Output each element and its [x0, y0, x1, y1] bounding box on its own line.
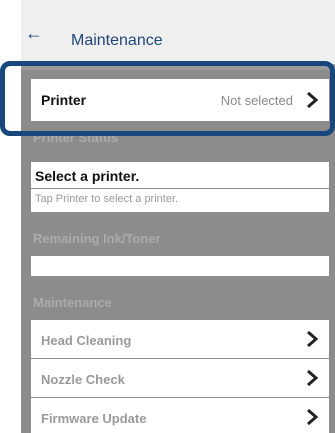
divider — [31, 188, 329, 189]
page-title: Maintenance — [71, 32, 163, 49]
printer-status-heading: Printer Status — [33, 130, 119, 145]
printer-value: Not selected — [220, 93, 293, 108]
status-title: Select a printer. — [35, 168, 140, 184]
maintenance-menu: Head Cleaning Nozzle Check Firmware Upda… — [31, 320, 329, 433]
chevron-right-icon — [305, 407, 319, 427]
chevron-right-icon — [305, 329, 319, 349]
menu-item-label: Nozzle Check — [41, 372, 125, 387]
arrow-left-icon[interactable]: ← — [23, 22, 45, 44]
menu-item-firmware-update[interactable]: Firmware Update — [31, 398, 329, 433]
menu-item-label: Head Cleaning — [41, 333, 132, 348]
app-bar: ← Maintenance — [21, 0, 335, 64]
menu-item-head-cleaning[interactable]: Head Cleaning — [31, 320, 329, 358]
status-subtitle: Tap Printer to select a printer. — [35, 193, 179, 205]
ink-heading: Remaining Ink/Toner — [33, 231, 161, 246]
separator — [21, 64, 335, 70]
menu-item-nozzle-check[interactable]: Nozzle Check — [31, 359, 329, 397]
menu-item-label: Firmware Update — [41, 411, 147, 426]
maintenance-heading: Maintenance — [33, 295, 112, 310]
chevron-right-icon — [305, 90, 319, 110]
printer-select-row[interactable]: Printer Not selected — [31, 79, 329, 121]
chevron-right-icon — [305, 368, 319, 388]
ink-level-box — [31, 256, 329, 276]
maintenance-screen: ← Maintenance Printer Not selected Print… — [21, 0, 335, 433]
printer-status-box: Select a printer. Tap Printer to select … — [31, 162, 329, 212]
printer-label: Printer — [41, 92, 87, 108]
